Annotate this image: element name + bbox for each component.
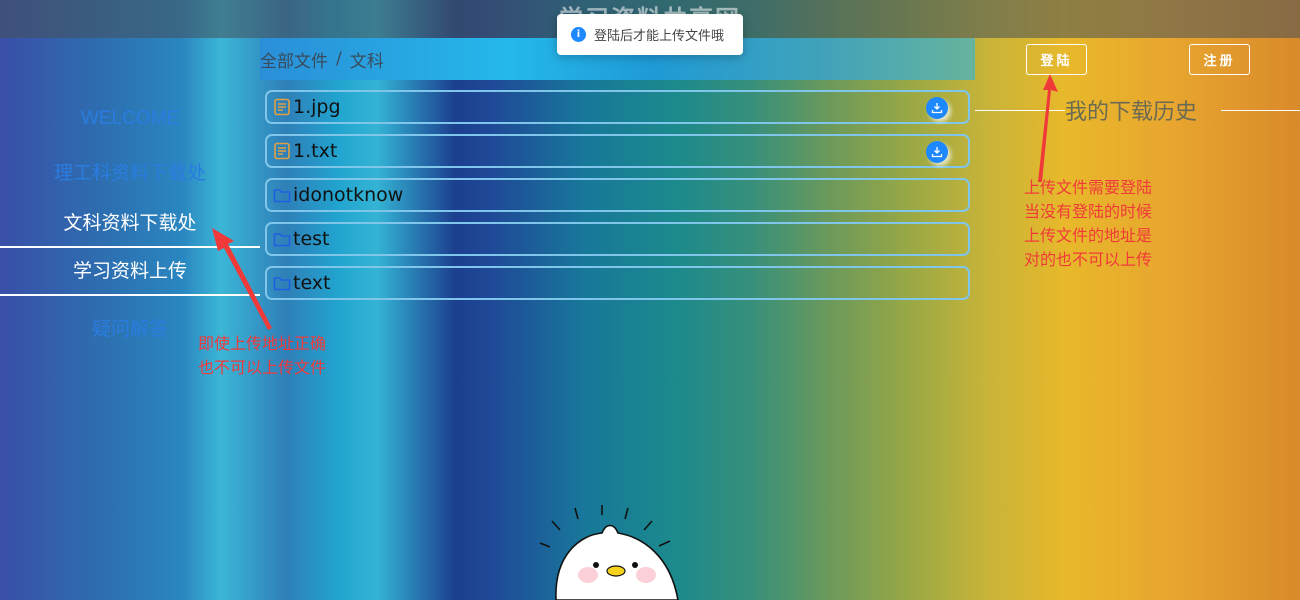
breadcrumb-current[interactable]: 文科 [350,47,384,72]
login-button[interactable]: 登陆 [1026,44,1087,75]
annotation-left: 即使上传地址正确 也不可以上传文件 [198,332,326,380]
breadcrumb-root[interactable]: 全部文件 [260,47,328,72]
download-history-header: 我的下载历史 [975,96,1300,125]
folder-row[interactable]: text [265,266,970,300]
folder-name: text [293,272,331,294]
download-icon[interactable] [926,141,948,163]
mascot-image [539,505,679,600]
info-toast: i 登陆后才能上传文件哦 [557,14,743,55]
folder-icon [273,189,291,203]
file-name: 1.jpg [293,96,341,118]
folder-row[interactable]: idonotknow [265,178,970,212]
annotation-right: 上传文件需要登陆 当没有登陆的时候 上传文件的地址是 对的也不可以上传 [1024,176,1152,272]
register-button[interactable]: 注册 [1189,44,1250,75]
document-icon [274,98,290,116]
folder-icon [273,233,291,247]
download-history-title: 我的下载历史 [1065,100,1198,125]
annotation-line: 当没有登陆的时候 [1024,202,1153,221]
document-icon [274,142,290,160]
divider [1221,109,1300,111]
annotation-line: 上传文件的地址是 [1024,226,1153,245]
file-name: 1.txt [293,140,338,162]
divider [975,109,1065,111]
download-icon[interactable] [926,97,948,119]
annotation-line: 对的也不可以上传 [1024,250,1153,269]
folder-row[interactable]: test [265,222,970,256]
info-icon: i [571,27,586,42]
folder-name: test [293,228,330,250]
annotation-line: 也不可以上传文件 [198,358,327,377]
toast-message: 登陆后才能上传文件哦 [594,29,725,44]
sidebar-item-upload[interactable]: 学习资料上传 [0,244,260,296]
file-row[interactable]: 1.jpg [265,90,970,124]
sidebar-item-science[interactable]: 理工科资料下载处 [0,145,260,197]
arrow-to-login [1038,74,1058,182]
breadcrumb-separator: / [336,49,342,69]
sidebar-item-arts[interactable]: 文科资料下载处 [0,196,260,248]
annotation-line: 上传文件需要登陆 [1024,178,1153,197]
folder-icon [273,277,291,291]
folder-name: idonotknow [293,184,404,206]
file-row[interactable]: 1.txt [265,134,970,168]
sidebar-item-welcome[interactable]: WELCOME [0,93,260,145]
annotation-line: 即使上传地址正确 [198,334,327,353]
